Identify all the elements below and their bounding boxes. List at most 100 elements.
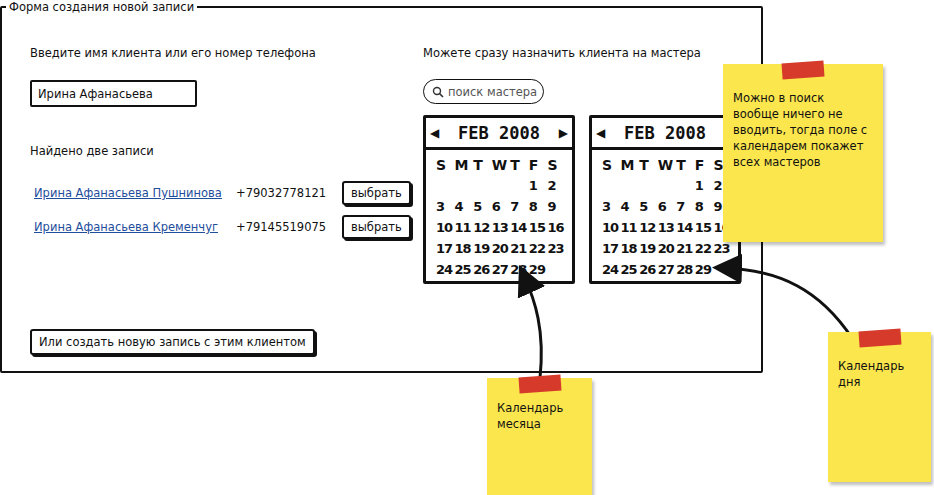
tape-icon: [518, 375, 561, 394]
calendar-day[interactable]: 5: [639, 199, 647, 214]
prev-month-button[interactable]: ◀: [596, 126, 605, 140]
weekday: M: [455, 157, 469, 173]
calendar-day[interactable]: 20: [492, 241, 508, 256]
calendar-day[interactable]: 23: [713, 241, 729, 256]
calendar-day[interactable]: 21: [510, 241, 526, 256]
calendar-day[interactable]: 9: [713, 199, 721, 214]
calendar-day[interactable]: 23: [547, 241, 563, 256]
weekday: S: [436, 157, 446, 173]
select-button[interactable]: выбрать: [342, 181, 411, 205]
calendar-day[interactable]: 3: [602, 199, 610, 214]
calendar-day[interactable]: 18: [621, 241, 637, 256]
calendar-day[interactable]: 8: [695, 199, 703, 214]
calendar-month: FEB 2008: [458, 123, 540, 143]
calendar-day[interactable]: 17: [602, 241, 618, 256]
client-phone: +79145519075: [236, 220, 342, 234]
client-link[interactable]: Ирина Афанасьева Кременчуг: [30, 220, 236, 234]
month-arrow-icon: [524, 276, 541, 378]
calendar-day[interactable]: 6: [492, 199, 500, 214]
calendar-day[interactable]: 18: [455, 241, 471, 256]
weekday: F: [695, 157, 705, 173]
calendar-day[interactable]: 27: [658, 262, 674, 277]
client-label: Введите имя клиента или его номер телефо…: [30, 45, 316, 61]
weekday: S: [713, 157, 723, 173]
sticky-note: Календарь месяца: [487, 378, 592, 495]
calendar-day[interactable]: 29: [529, 262, 545, 277]
tape-icon: [781, 61, 824, 80]
calendar-day[interactable]: 15: [529, 220, 545, 235]
calendar-day[interactable]: 14: [510, 220, 526, 235]
wireframe-page: Форма создания новой записи Введите имя к…: [0, 0, 934, 495]
calendar-day[interactable]: 4: [621, 199, 629, 214]
master-section: Можете сразу назначить клиента на мастер…: [423, 14, 741, 355]
calendar-day[interactable]: 15: [695, 220, 711, 235]
calendar-day[interactable]: 7: [510, 199, 518, 214]
calendar-day[interactable]: 1: [695, 178, 703, 193]
calendar-day[interactable]: 21: [676, 241, 692, 256]
next-month-button[interactable]: ▶: [559, 126, 568, 140]
calendar-day[interactable]: 25: [621, 262, 637, 277]
calendar-day[interactable]: 27: [492, 262, 508, 277]
weekday: T: [639, 157, 649, 173]
create-client-button[interactable]: Или создать новую запись с этим клиентом: [30, 329, 315, 355]
calendar-day[interactable]: 2: [713, 178, 721, 193]
calendar-day[interactable]: 13: [492, 220, 508, 235]
calendar-day[interactable]: 2: [547, 178, 555, 193]
calendar-day[interactable]: 20: [658, 241, 674, 256]
new-record-form: Форма создания новой записи Введите имя к…: [0, 0, 763, 373]
weekday: T: [676, 157, 686, 173]
calendar-day[interactable]: 1: [529, 178, 537, 193]
results-list: Ирина Афанасьева Пушнинова+79032778121вы…: [30, 181, 411, 239]
calendar-day[interactable]: 3: [436, 199, 444, 214]
client-phone: +79032778121: [236, 186, 342, 200]
calendar-day[interactable]: 24: [436, 262, 452, 277]
calendar-day[interactable]: 29: [695, 262, 711, 277]
client-link[interactable]: Ирина Афанасьева Пушнинова: [30, 186, 236, 200]
prev-month-button[interactable]: ◀: [430, 126, 439, 140]
weekday: F: [529, 157, 539, 173]
calendar-day[interactable]: 8: [529, 199, 537, 214]
form-title: Форма создания новой записи: [6, 0, 197, 14]
calendar-day[interactable]: 10: [602, 220, 618, 235]
calendar-day[interactable]: 4: [455, 199, 463, 214]
select-button[interactable]: выбрать: [342, 215, 411, 239]
weekday: M: [621, 157, 635, 173]
calendar-day[interactable]: 17: [436, 241, 452, 256]
calendar-day[interactable]: 22: [695, 241, 711, 256]
calendar-day[interactable]: 26: [473, 262, 489, 277]
calendar-day[interactable]: 10: [436, 220, 452, 235]
weekday: W: [658, 157, 673, 173]
calendar-day[interactable]: 25: [455, 262, 471, 277]
master-label: Можете сразу назначить клиента на мастер…: [423, 45, 701, 61]
calendar: ◀FEB 2008▶SMTWTFS12345678910111213141516…: [589, 115, 741, 284]
calendar-day[interactable]: 28: [676, 262, 692, 277]
calendar-day[interactable]: 11: [455, 220, 471, 235]
calendar-day[interactable]: 19: [473, 241, 489, 256]
calendar-day[interactable]: 5: [473, 199, 481, 214]
calendar-day[interactable]: 16: [547, 220, 563, 235]
master-search[interactable]: поиск мастера: [423, 79, 544, 104]
tape-icon: [858, 329, 901, 348]
found-label: Найдено две записи: [30, 143, 154, 159]
calendar-day[interactable]: 26: [639, 262, 655, 277]
calendar-day[interactable]: 28: [510, 262, 526, 277]
calendar-day[interactable]: 22: [529, 241, 545, 256]
calendar-day[interactable]: 6: [658, 199, 666, 214]
calendar: ◀FEB 2008▶SMTWTFS12345678910111213141516…: [423, 115, 575, 284]
sticky-note: Календарь дня: [828, 332, 931, 482]
calendar-day[interactable]: 7: [676, 199, 684, 214]
calendar-day[interactable]: 9: [547, 199, 555, 214]
calendar-header: ◀ FEB 2008 ▶: [426, 118, 572, 150]
calendar-day[interactable]: 14: [676, 220, 692, 235]
weekday: T: [510, 157, 520, 173]
client-section: Введите имя клиента или его номер телефо…: [30, 14, 423, 355]
calendar-day[interactable]: 11: [621, 220, 637, 235]
calendar-day[interactable]: 12: [639, 220, 655, 235]
note-text: Календарь дня: [838, 358, 921, 390]
client-input[interactable]: [30, 80, 197, 107]
calendar-day[interactable]: 12: [473, 220, 489, 235]
calendar-day[interactable]: 24: [602, 262, 618, 277]
calendar-day[interactable]: 19: [639, 241, 655, 256]
calendar-day[interactable]: 13: [658, 220, 674, 235]
result-row: Ирина Афанасьева Кременчуг+79145519075вы…: [30, 215, 411, 239]
